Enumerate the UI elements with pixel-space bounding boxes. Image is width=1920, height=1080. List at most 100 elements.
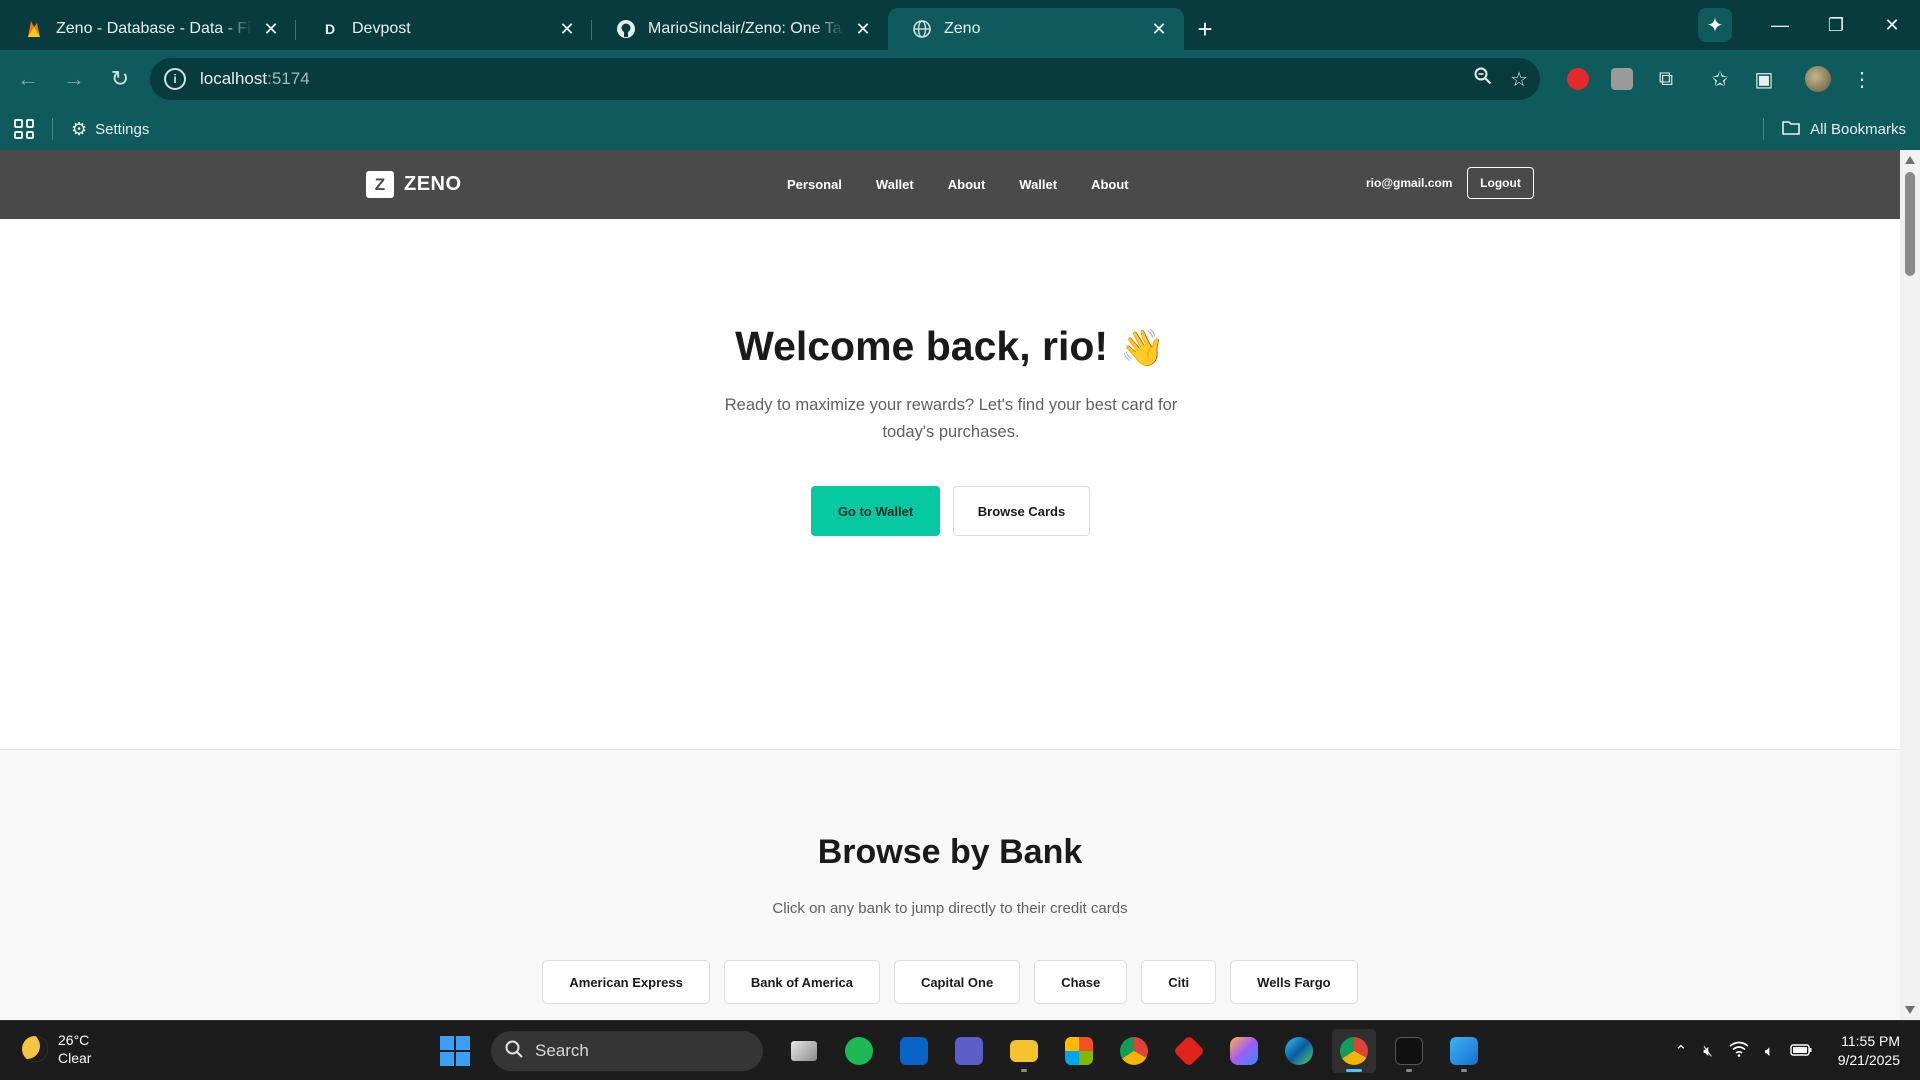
bookmark-star-icon[interactable]: ☆ <box>1510 67 1528 92</box>
moon-icon <box>22 1036 48 1062</box>
weather-widget[interactable]: 26°C Clear <box>22 1031 91 1067</box>
scrollbar-thumb[interactable] <box>1905 172 1915 276</box>
profile-avatar[interactable] <box>1796 57 1840 101</box>
taskbar-search[interactable]: Search <box>491 1031 763 1071</box>
minimize-icon[interactable]: — <box>1752 0 1808 50</box>
gear-icon: ⚙ <box>71 118 88 139</box>
bank-wells-fargo[interactable]: Wells Fargo <box>1230 960 1358 1004</box>
hero-subtitle: Ready to maximize your rewards? Let's fi… <box>724 396 1178 441</box>
tab-title: Devpost <box>352 20 411 37</box>
spotify-icon[interactable] <box>837 1029 881 1073</box>
close-tab-icon[interactable]: ✕ <box>1148 18 1170 40</box>
copilot-icon[interactable] <box>1222 1029 1266 1073</box>
task-view-icon[interactable] <box>782 1029 826 1073</box>
bookmark-settings[interactable]: ⚙ Settings <box>71 119 149 140</box>
tab-devpost[interactable]: D Devpost ✕ <box>296 8 592 50</box>
bank-citi[interactable]: Citi <box>1141 960 1217 1004</box>
extension-icon[interactable] <box>1600 57 1644 101</box>
scroll-down-arrow[interactable] <box>1905 1006 1915 1014</box>
chrome-profile-icon[interactable] <box>1332 1029 1376 1073</box>
logout-button[interactable]: Logout <box>1467 167 1534 199</box>
github-icon <box>616 19 636 39</box>
logo-wordmark: ZENO <box>404 173 462 195</box>
main-nav: Personal Wallet About Wallet About <box>787 150 1163 219</box>
user-email: rio@gmail.com <box>1366 176 1453 190</box>
tab-search-icon[interactable]: ▣ <box>1742 57 1786 101</box>
nav-about[interactable]: About <box>948 177 986 192</box>
bank-bank-of-america[interactable]: Bank of America <box>723 960 880 1004</box>
browse-by-bank-section: Browse by Bank Click on any bank to jump… <box>0 749 1900 1020</box>
hero-section: Welcome back, rio! 👋 Ready to maximize yo… <box>0 219 1900 749</box>
zoom-icon[interactable] <box>1474 67 1492 91</box>
nav-about-2[interactable]: About <box>1091 177 1129 192</box>
tab-github[interactable]: MarioSinclair/Zeno: One Tap, M ✕ <box>592 8 888 50</box>
mute-icon[interactable]: 🔇︎ <box>1703 1043 1712 1060</box>
red-app-icon[interactable] <box>1167 1029 1211 1073</box>
system-tray: ⌃ 🔇︎ 🔈︎ 11:55 PM 9/21/2025 <box>1675 1021 1900 1080</box>
bookmarks-bar: ⚙ Settings All Bookmarks <box>0 108 1920 150</box>
menu-icon[interactable]: ⋮ <box>1840 57 1884 101</box>
photos-app-icon[interactable] <box>1442 1029 1486 1073</box>
back-icon[interactable]: ← <box>6 57 50 101</box>
all-bookmarks[interactable]: All Bookmarks <box>1763 108 1906 150</box>
nav-wallet[interactable]: Wallet <box>876 177 914 192</box>
zeno-logo[interactable]: Z ZENO <box>366 171 462 198</box>
close-tab-icon[interactable]: ✕ <box>556 18 578 40</box>
teams-icon[interactable] <box>947 1029 991 1073</box>
adblock-extension-icon[interactable] <box>1556 57 1600 101</box>
wifi-icon[interactable] <box>1729 1041 1749 1061</box>
outlook-icon[interactable] <box>892 1029 936 1073</box>
tab-title: MarioSinclair/Zeno: One Tap, M <box>648 20 844 37</box>
taskbar-apps: Search <box>440 1021 1486 1080</box>
close-window-icon[interactable]: ✕ <box>1864 0 1920 50</box>
search-placeholder: Search <box>535 1041 589 1060</box>
clock[interactable]: 11:55 PM 9/21/2025 <box>1838 1032 1900 1070</box>
bank-chase[interactable]: Chase <box>1034 960 1128 1004</box>
edge-icon[interactable] <box>1277 1029 1321 1073</box>
close-tab-icon[interactable]: ✕ <box>260 18 282 40</box>
forward-icon[interactable]: → <box>52 57 96 101</box>
volume-icon[interactable]: 🔈︎ <box>1765 1043 1774 1060</box>
reload-icon[interactable]: ↻ <box>98 57 142 101</box>
tab-zeno[interactable]: Zeno ✕ <box>888 8 1184 50</box>
url-port: :5174 <box>267 69 310 88</box>
page-viewport: Z ZENO Personal Wallet About Wallet Abou… <box>0 150 1900 1020</box>
bank-american-express[interactable]: American Express <box>542 960 710 1004</box>
puzzle-icon[interactable]: ⧉ <box>1644 57 1688 101</box>
file-explorer-icon[interactable] <box>1002 1029 1046 1073</box>
clock-date: 9/21/2025 <box>1837 1052 1900 1068</box>
restore-icon[interactable]: ❐ <box>1808 0 1864 50</box>
apps-grid-icon[interactable] <box>14 119 34 139</box>
terminal-app-icon[interactable] <box>1387 1029 1431 1073</box>
new-tab-button[interactable]: + <box>1184 8 1226 50</box>
go-to-wallet-button[interactable]: Go to Wallet <box>811 486 940 536</box>
favorites-icon[interactable]: ✩ <box>1698 57 1742 101</box>
section-title: Browse by Bank <box>817 833 1083 871</box>
section-subtitle: Click on any bank to jump directly to th… <box>772 900 1128 917</box>
welcome-heading: Welcome back, rio! 👋 <box>735 323 1165 369</box>
nav-wallet-2[interactable]: Wallet <box>1019 177 1057 192</box>
extensions-area: ⧉ ✩ ▣ ⋮ <box>1556 50 1884 108</box>
nav-personal[interactable]: Personal <box>787 177 842 192</box>
microsoft-store-icon[interactable] <box>1057 1029 1101 1073</box>
windows-start-icon[interactable] <box>440 1036 470 1066</box>
page-scrollbar[interactable] <box>1900 150 1920 1020</box>
tab-firebase[interactable]: Zeno - Database - Data - Firebase ✕ <box>0 8 296 50</box>
taskbar: 26°C Clear Search ⌃ 🔇︎ 🔈︎ 11:55 PM 9/21/… <box>0 1020 1920 1080</box>
devpost-icon: D <box>324 21 336 37</box>
chrome-icon[interactable] <box>1112 1029 1156 1073</box>
site-info-icon[interactable]: i <box>164 68 186 90</box>
waving-hand-icon: 👋 <box>1120 327 1165 368</box>
url-host: localhost <box>200 69 268 88</box>
scroll-up-arrow[interactable] <box>1905 156 1915 164</box>
weather-temp: 26°C <box>58 1032 90 1048</box>
bank-capital-one[interactable]: Capital One <box>893 960 1021 1004</box>
gemini-icon[interactable]: ✦ <box>1698 8 1732 42</box>
chevron-up-icon[interactable]: ⌃ <box>1675 1042 1688 1060</box>
browser-toolbar: ← → ↻ i localhost:5174 ☆ ⧉ ✩ ▣ ⋮ <box>0 50 1920 108</box>
close-tab-icon[interactable]: ✕ <box>852 18 874 40</box>
battery-icon[interactable] <box>1790 1043 1812 1060</box>
address-bar[interactable]: i localhost:5174 ☆ <box>150 58 1540 100</box>
browse-cards-button[interactable]: Browse Cards <box>953 486 1090 536</box>
search-icon <box>505 1040 523 1063</box>
